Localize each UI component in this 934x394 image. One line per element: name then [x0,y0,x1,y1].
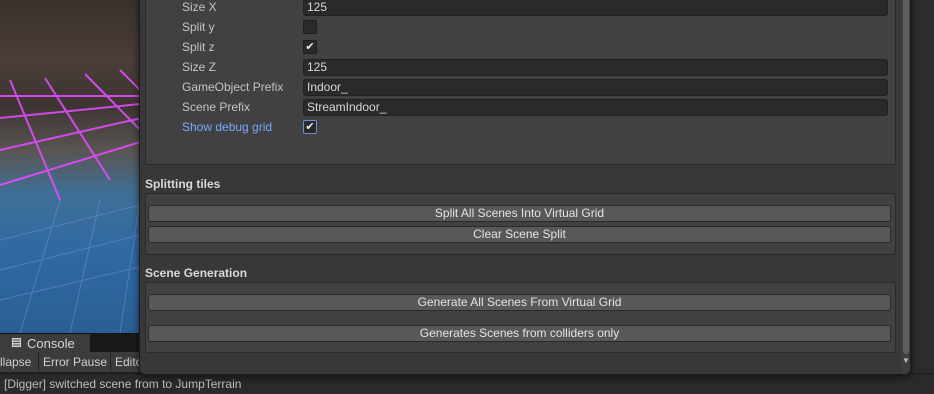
inspector-panel: Size X 125 Split y Split z ✔ Size Z 125 … [139,0,911,375]
scroll-down-arrow-icon[interactable]: ▼ [902,357,910,365]
clear-scene-split-button[interactable]: Clear Scene Split [148,226,891,243]
split-y-checkbox[interactable] [303,20,317,34]
debug-grid-overlay [0,69,160,333]
gameobject-prefix-field[interactable]: Indoor_ [303,79,888,96]
console-icon [11,336,22,351]
size-z-field[interactable]: 125 [303,59,888,76]
scene-prefix-field[interactable]: StreamIndoor_ [303,99,888,116]
show-debug-grid-checkbox[interactable]: ✔ [303,120,317,134]
generate-all-scenes-button[interactable]: Generate All Scenes From Virtual Grid [148,294,891,311]
checkmark-icon: ✔ [305,121,315,133]
split-z-label: Split z [182,40,215,54]
split-all-scenes-button[interactable]: Split All Scenes Into Virtual Grid [148,205,891,222]
right-background [912,0,934,373]
gameobject-prefix-label: GameObject Prefix [182,80,284,94]
checkmark-icon: ✔ [305,41,315,53]
tab-console[interactable]: Console [0,334,90,353]
status-bar[interactable]: [Digger] switched scene from to JumpTerr… [0,373,934,394]
splitting-tiles-box [145,193,896,255]
scene-generation-box [145,282,896,353]
show-debug-grid-label: Show debug grid [182,120,273,134]
toolbar-divider [38,352,41,372]
collapse-button[interactable]: llapse [0,352,38,372]
size-x-field[interactable]: 125 [303,0,888,16]
scene-prefix-label: Scene Prefix [182,100,251,114]
status-message[interactable]: [Digger] switched scene from to JumpTerr… [4,374,241,394]
split-z-checkbox[interactable]: ✔ [303,40,317,54]
generate-scenes-colliders-button[interactable]: Generates Scenes from colliders only [148,325,891,342]
scrollbar-thumb[interactable] [903,0,909,354]
scene-view[interactable] [0,0,160,333]
console-toolbar: llapse Error Pause Edito [0,352,160,373]
splitting-tiles-title: Splitting tiles [145,177,221,191]
toolbar-divider [110,352,113,372]
tab-console-label: Console [27,336,75,351]
scene-generation-title: Scene Generation [145,266,248,280]
size-x-label: Size X [182,0,217,14]
console-tabbar: Console [0,333,160,353]
size-z-label: Size Z [182,60,217,74]
error-pause-button[interactable]: Error Pause [43,352,107,372]
split-y-label: Split y [182,20,215,34]
